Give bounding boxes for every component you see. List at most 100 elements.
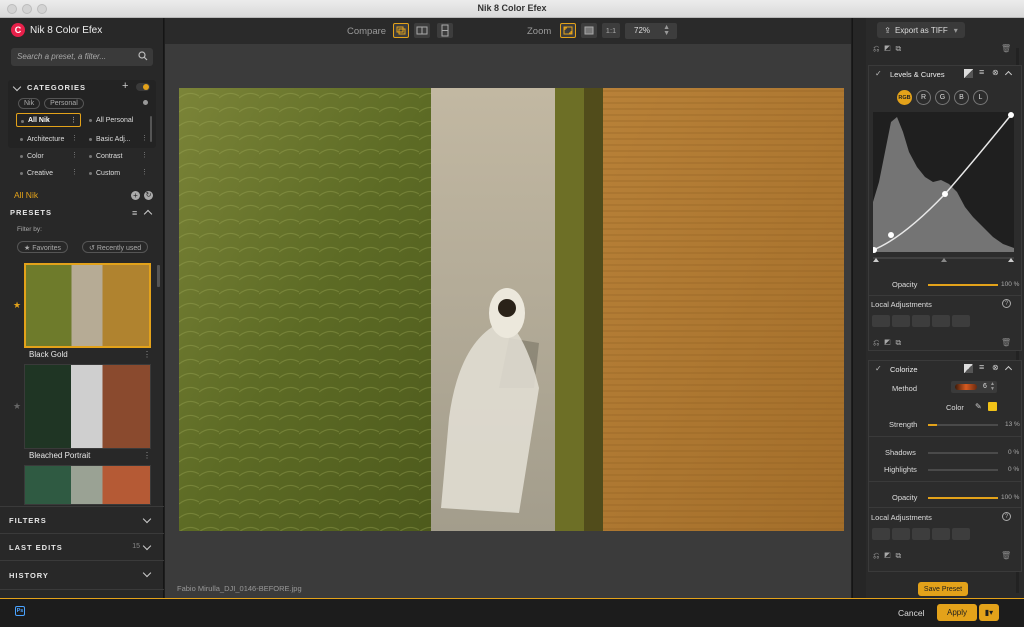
- category-color[interactable]: Color ⋮: [16, 149, 81, 163]
- filters-section[interactable]: FILTERS: [0, 506, 164, 533]
- enable-checkbox-icon[interactable]: ✓: [875, 69, 882, 78]
- favorite-star-icon[interactable]: ★: [13, 300, 21, 311]
- local-adj-control-point-button[interactable]: [872, 528, 890, 540]
- shadows-slider[interactable]: [928, 452, 998, 454]
- filter-recent-button[interactable]: ↺ Recently used: [82, 241, 149, 253]
- colorize-opacity-slider[interactable]: [928, 497, 998, 499]
- mask-icon[interactable]: ◩: [884, 338, 895, 347]
- save-preset-button[interactable]: Save Preset: [918, 582, 968, 596]
- apply-button[interactable]: Apply: [937, 604, 977, 621]
- duplicate-icon[interactable]: ⧉: [896, 44, 907, 53]
- compare-vertical-button[interactable]: [437, 23, 453, 38]
- cancel-button[interactable]: Cancel: [898, 608, 924, 618]
- more-icon[interactable]: ⋮: [141, 151, 148, 159]
- curves-graph[interactable]: [871, 112, 1014, 262]
- preset-more-icon[interactable]: ⋮: [143, 350, 151, 359]
- duplicate-icon[interactable]: ⧉: [896, 338, 907, 347]
- chips-more-icon[interactable]: [143, 100, 148, 105]
- category-creative[interactable]: Creative ⋮: [16, 166, 81, 180]
- zoom-1-1-button[interactable]: 1:1: [602, 23, 620, 38]
- copy-icon[interactable]: ⎌: [873, 44, 884, 53]
- filter-by-label: Filter by:: [17, 226, 42, 233]
- more-icon[interactable]: ⋮: [71, 168, 78, 176]
- enable-checkbox-icon[interactable]: ✓: [875, 364, 882, 373]
- channel-b[interactable]: B: [954, 90, 969, 105]
- apply-options-button[interactable]: ▮▾: [979, 604, 999, 621]
- help-icon[interactable]: ?: [1002, 299, 1011, 308]
- delete-icon[interactable]: 🗑: [1001, 338, 1011, 347]
- category-custom[interactable]: Custom ⋮: [85, 166, 151, 180]
- category-architecture[interactable]: Architecture ⋮: [16, 132, 81, 146]
- last-edits-section[interactable]: LAST EDITS 15: [0, 533, 164, 560]
- more-icon[interactable]: ⋮: [70, 116, 77, 124]
- more-icon[interactable]: ⋮: [141, 168, 148, 176]
- mask-icon[interactable]: [964, 69, 973, 78]
- add-category-icon[interactable]: +: [122, 80, 128, 92]
- zoom-fill-button[interactable]: [581, 23, 597, 38]
- main-photo[interactable]: [179, 88, 844, 531]
- add-collection-icon[interactable]: +: [131, 191, 140, 200]
- filter-favorites-button[interactable]: ★ Favorites: [17, 241, 69, 253]
- collection-options-icon[interactable]: ↻: [144, 191, 153, 200]
- more-icon[interactable]: ⋮: [71, 134, 78, 142]
- category-basic-adjustments[interactable]: Basic Adj... ⋮: [85, 132, 151, 146]
- categories-scrollbar[interactable]: [150, 116, 152, 142]
- preset-thumbnail-bleached-portrait[interactable]: [24, 364, 151, 449]
- strength-slider[interactable]: [928, 424, 998, 426]
- colorize-opacity-label: Opacity: [892, 493, 918, 502]
- more-icon[interactable]: ⋮: [71, 151, 78, 159]
- local-adj-gradient-button[interactable]: [952, 528, 970, 540]
- category-all-personal[interactable]: All Personal: [85, 113, 151, 127]
- category-all-nik[interactable]: All Nik ⋮: [16, 113, 81, 127]
- presets-scrollbar[interactable]: [157, 265, 160, 287]
- mask-icon[interactable]: ◩: [884, 551, 895, 560]
- chip-nik[interactable]: Nik: [18, 98, 41, 109]
- menu-icon[interactable]: ≡: [979, 362, 984, 372]
- local-adj-polygon-button[interactable]: [912, 528, 930, 540]
- color-swatch[interactable]: [988, 402, 997, 411]
- menu-icon[interactable]: ≡: [979, 67, 984, 77]
- preset-more-icon[interactable]: ⋮: [143, 451, 151, 460]
- local-adj-radial-button[interactable]: [892, 528, 910, 540]
- channel-rgb[interactable]: RGB: [897, 90, 912, 105]
- zoom-level-select[interactable]: 72% ▲ ▼: [625, 23, 677, 39]
- chip-personal[interactable]: Personal: [44, 98, 84, 109]
- local-adj-brush-button[interactable]: [932, 315, 950, 327]
- channel-g[interactable]: G: [935, 90, 950, 105]
- mask-icon[interactable]: [964, 364, 973, 373]
- local-adj-polygon-button[interactable]: [912, 315, 930, 327]
- delete-icon[interactable]: 🗑: [1001, 551, 1011, 560]
- delete-icon[interactable]: 🗑: [1001, 44, 1011, 53]
- close-icon[interactable]: ⊗: [992, 68, 999, 77]
- close-icon[interactable]: ⊗: [992, 363, 999, 372]
- more-icon[interactable]: ⋮: [141, 134, 148, 142]
- local-adj-radial-button[interactable]: [892, 315, 910, 327]
- export-button[interactable]: ⇪ Export as TIFF ▾: [877, 22, 965, 38]
- personal-toggle[interactable]: [136, 83, 150, 91]
- category-contrast[interactable]: Contrast ⋮: [85, 149, 151, 163]
- history-section[interactable]: HISTORY: [0, 560, 164, 590]
- eyedropper-icon[interactable]: ✎: [975, 402, 982, 411]
- favorite-star-icon[interactable]: ★: [13, 401, 21, 412]
- search-input[interactable]: Search a preset, a filter...: [11, 48, 153, 66]
- compare-side-by-side-button[interactable]: [414, 23, 430, 38]
- preset-thumbnail-black-gold[interactable]: [24, 263, 151, 348]
- duplicate-icon[interactable]: ⧉: [896, 551, 907, 560]
- channel-r[interactable]: R: [916, 90, 931, 105]
- mask-icon[interactable]: ◩: [884, 44, 895, 53]
- help-icon[interactable]: ?: [1002, 512, 1011, 521]
- copy-icon[interactable]: ⎌: [873, 338, 884, 347]
- channel-l[interactable]: L: [973, 90, 988, 105]
- presets-list-view-icon[interactable]: ≡: [132, 208, 137, 218]
- method-select[interactable]: 6 ▲ ▼: [951, 381, 997, 393]
- levels-opacity-slider[interactable]: [928, 284, 998, 286]
- highlights-slider[interactable]: [928, 469, 998, 471]
- zoom-fit-button[interactable]: [560, 23, 576, 38]
- copy-icon[interactable]: ⎌: [873, 551, 884, 560]
- compare-split-button[interactable]: [393, 23, 409, 38]
- photoshop-icon[interactable]: Ps: [15, 606, 25, 616]
- local-adj-control-point-button[interactable]: [872, 315, 890, 327]
- local-adj-brush-button[interactable]: [932, 528, 950, 540]
- local-adj-gradient-button[interactable]: [952, 315, 970, 327]
- preset-thumbnail-next[interactable]: [24, 465, 151, 505]
